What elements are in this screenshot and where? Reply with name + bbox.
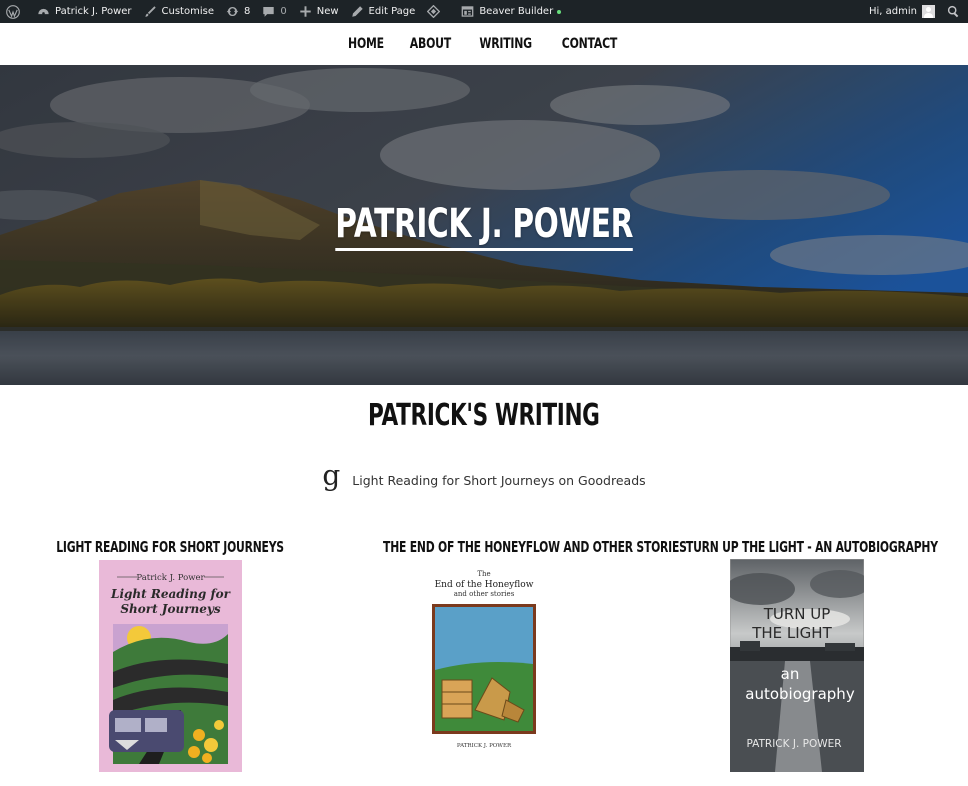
dashboard-icon xyxy=(38,8,49,15)
admin-bar: Patrick J. Power Customise 8 0 New Edit … xyxy=(0,0,968,23)
cover-pre-title: The xyxy=(477,570,490,578)
cover-title-line-2: Short Journeys xyxy=(120,602,220,616)
cover-title-line-1: TURN UP xyxy=(763,605,831,623)
diamond-plugin-button[interactable] xyxy=(421,0,451,23)
site-name-button[interactable]: Patrick J. Power xyxy=(31,0,138,23)
cover-subtitle-line-2: autobiography xyxy=(745,685,855,703)
diamond-icon xyxy=(427,5,441,18)
plus-icon xyxy=(300,6,311,17)
cover-title-line-2: THE LIGHT xyxy=(751,624,832,642)
goodreads-widget: g Light Reading for Short Journeys on Go… xyxy=(0,462,968,490)
comments-button[interactable]: 0 xyxy=(256,0,292,23)
pencil-icon xyxy=(351,6,363,17)
writing-section-title: PATRICK'S WRITING xyxy=(0,398,968,433)
book-title[interactable]: LIGHT READING FOR SHORT JOURNEYS xyxy=(56,538,284,556)
wordpress-logo-button[interactable] xyxy=(0,0,31,23)
cover-author: PATRICK J. POWER xyxy=(746,738,841,750)
cover-subtitle-line-1: an xyxy=(781,665,800,683)
updates-count: 8 xyxy=(243,6,251,17)
refresh-icon xyxy=(226,6,239,17)
book-cover-light-reading[interactable]: Patrick J. Power Light Reading for Short… xyxy=(99,560,242,772)
beaver-builder-label: Beaver Builder xyxy=(479,6,554,17)
account-button[interactable]: Hi, admin xyxy=(863,0,941,23)
comment-icon xyxy=(263,6,275,17)
greeting-label: Hi, admin xyxy=(869,6,917,17)
customise-button[interactable]: Customise xyxy=(138,0,220,23)
hero-banner: PATRICK J. POWER xyxy=(0,65,968,385)
edit-page-button[interactable]: Edit Page xyxy=(345,0,422,23)
goodreads-icon[interactable]: g xyxy=(322,462,340,490)
nav-item-home[interactable]: HOME xyxy=(348,36,384,52)
site-name-label: Patrick J. Power xyxy=(55,6,132,17)
new-content-button[interactable]: New xyxy=(293,0,345,23)
book-cover-turn-up-the-light[interactable]: TURN UP THE LIGHT an autobiography PATRI… xyxy=(730,559,864,772)
book-card-honeyflow: THE END OF THE HONEYFLOW AND OTHER STORI… xyxy=(324,538,687,557)
cover-author: Patrick J. Power xyxy=(136,573,205,583)
edit-page-label: Edit Page xyxy=(368,6,416,17)
avatar xyxy=(922,5,935,18)
new-label: New xyxy=(316,6,339,17)
book-title[interactable]: TURN UP THE LIGHT - AN AUTOBIOGRAPHY xyxy=(686,538,938,556)
status-dot-icon xyxy=(557,9,562,14)
hero-title: PATRICK J. POWER xyxy=(0,201,968,251)
wordpress-icon xyxy=(6,4,20,19)
cover-subtitle: and other stories xyxy=(454,590,515,598)
cover-author: PATRICK J. POWER xyxy=(457,743,512,749)
updates-button[interactable]: 8 xyxy=(220,0,256,23)
beaver-builder-button[interactable]: Beaver Builder xyxy=(455,0,567,23)
cover-title-line-1: Light Reading for xyxy=(110,587,232,601)
goodreads-link[interactable]: Light Reading for Short Journeys on Good… xyxy=(352,473,645,488)
hero-title-link[interactable]: PATRICK J. POWER xyxy=(335,201,633,251)
search-icon xyxy=(947,5,959,18)
brush-icon xyxy=(144,6,156,17)
admin-search-button[interactable] xyxy=(941,0,968,23)
book-cover-honeyflow[interactable]: The End of the Honeyflow and other stori… xyxy=(420,560,548,760)
book-card-light-reading: LIGHT READING FOR SHORT JOURNEYS xyxy=(10,538,330,557)
nav-item-writing[interactable]: WRITING xyxy=(479,36,532,52)
nav-item-about[interactable]: ABOUT xyxy=(410,36,451,52)
book-card-turn-up-the-light: TURN UP THE LIGHT - AN AUTOBIOGRAPHY xyxy=(637,538,957,557)
cover-title: End of the Honeyflow xyxy=(435,580,534,590)
section-heading: PATRICK'S WRITING xyxy=(368,398,600,433)
layout-icon xyxy=(461,6,474,17)
comments-count: 0 xyxy=(280,6,287,17)
nav-item-contact[interactable]: CONTACT xyxy=(562,36,618,52)
customise-label: Customise xyxy=(161,6,214,17)
main-navigation: HOME ABOUT WRITING CONTACT xyxy=(0,23,968,65)
